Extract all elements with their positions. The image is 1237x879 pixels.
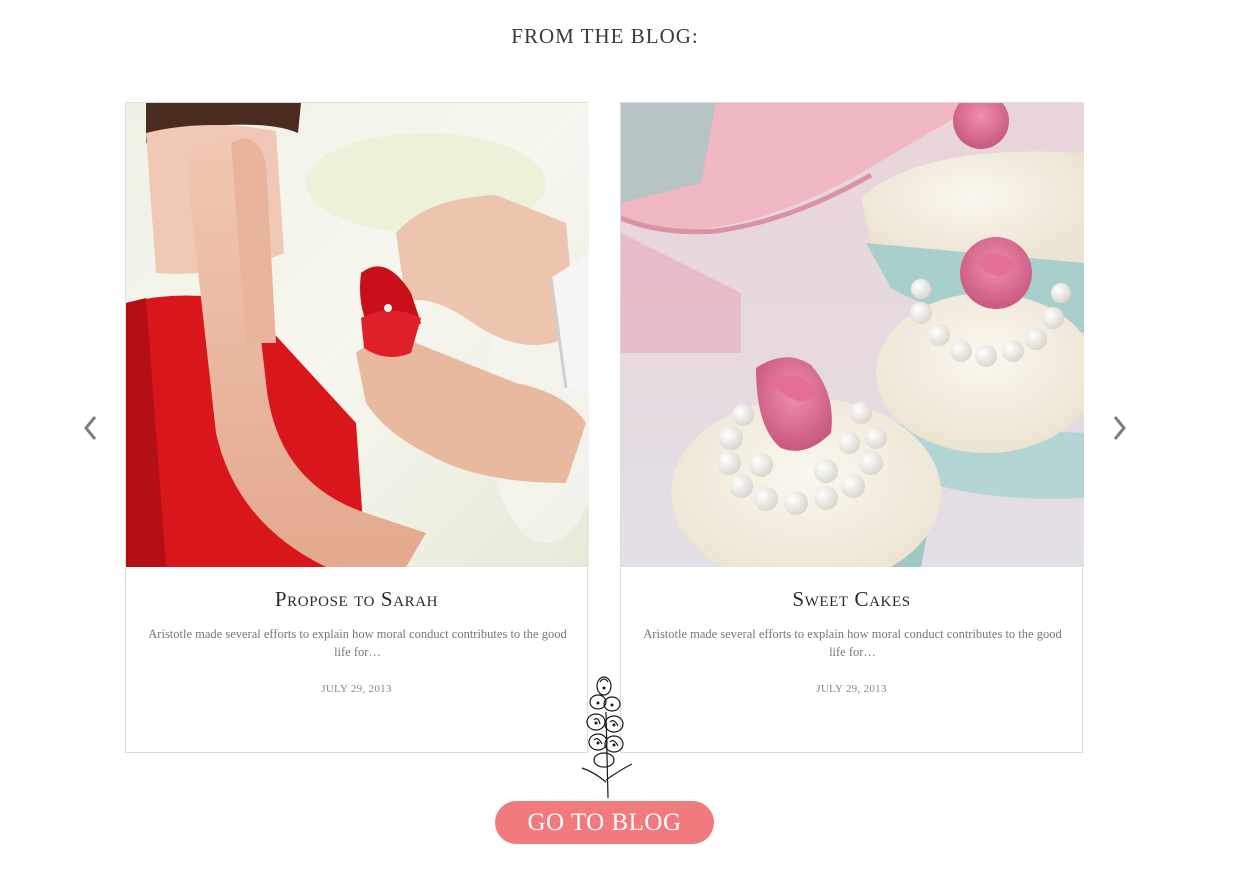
chevron-right-icon — [1113, 416, 1126, 440]
post-date: JULY 29, 2013 — [816, 683, 887, 695]
chevron-left-icon — [84, 416, 97, 440]
post-title[interactable]: Sweet Cakes — [621, 587, 1082, 612]
post-date: JULY 29, 2013 — [321, 683, 392, 695]
post-image-rose-cupcakes[interactable] — [621, 103, 1084, 567]
flower-sketch-icon — [581, 676, 633, 799]
blog-post-card[interactable]: Propose to Sarah Aristotle made several … — [125, 102, 589, 753]
carousel-next-button[interactable] — [1110, 412, 1130, 444]
blog-section: FROM THE BLOG: Propose to Sarah Aristotl… — [0, 0, 1237, 879]
post-title[interactable]: Propose to Sarah — [126, 587, 587, 612]
carousel-prev-button[interactable] — [80, 412, 100, 444]
blog-post-card[interactable]: Sweet Cakes Aristotle made several effor… — [620, 102, 1084, 753]
section-title: FROM THE BLOG: — [511, 24, 699, 48]
go-to-blog-button[interactable]: GO TO BLOG — [495, 801, 714, 844]
post-image-ring-proposal[interactable] — [126, 103, 589, 567]
post-excerpt: Aristotle made several efforts to explai… — [643, 627, 1062, 659]
post-excerpt: Aristotle made several efforts to explai… — [148, 627, 567, 659]
